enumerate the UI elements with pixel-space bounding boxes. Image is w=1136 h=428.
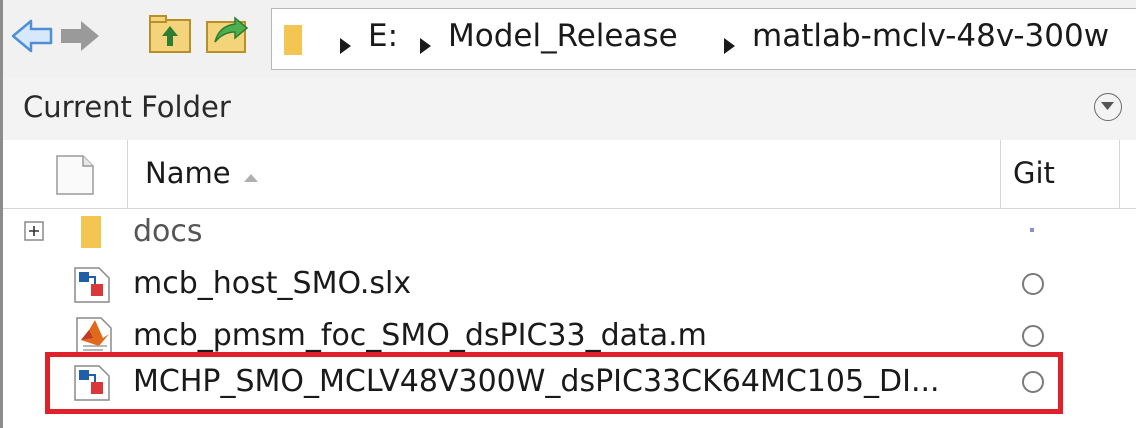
up-folder-icon[interactable] xyxy=(148,14,192,58)
git-status-circle-icon xyxy=(1022,325,1044,347)
column-divider[interactable] xyxy=(1119,140,1120,208)
git-column-header[interactable]: Git xyxy=(1013,156,1055,190)
panel-actions-icon[interactable] xyxy=(1094,93,1122,121)
chevron-right-icon xyxy=(418,27,432,63)
git-status-dot-icon xyxy=(1030,228,1034,232)
breadcrumb-model-release[interactable]: Model_Release xyxy=(448,18,678,54)
column-header: Name Git xyxy=(3,140,1136,209)
highlight-box xyxy=(45,352,1063,414)
chevron-right-icon xyxy=(722,27,736,63)
chevron-right-icon xyxy=(338,27,352,63)
browse-folder-icon[interactable] xyxy=(205,12,251,60)
address-bar[interactable]: E: Model_Release matlab-mclv-48v-300w xyxy=(271,8,1136,70)
breadcrumb-drive[interactable]: E: xyxy=(368,18,398,54)
folder-icon xyxy=(282,23,304,65)
git-status-circle-icon xyxy=(1022,273,1044,295)
file-name: mcb_pmsm_foc_SMO_dsPIC33_data.m xyxy=(133,318,707,353)
forward-arrow-icon[interactable] xyxy=(59,18,101,58)
expand-plus-icon[interactable] xyxy=(24,221,44,245)
sort-ascending-icon xyxy=(243,168,259,187)
breadcrumb-project-folder[interactable]: matlab-mclv-48v-300w xyxy=(752,18,1109,54)
panel-title: Current Folder xyxy=(23,90,231,124)
file-type-column-icon[interactable] xyxy=(55,154,95,200)
file-name: mcb_host_SMO.slx xyxy=(133,266,412,301)
current-folder-header: Current Folder xyxy=(3,78,1136,141)
simulink-model-icon xyxy=(73,266,111,308)
file-row-mcb-host-smo[interactable]: mcb_host_SMO.slx xyxy=(3,260,1136,312)
folder-icon xyxy=(79,214,103,254)
name-column-header[interactable]: Name xyxy=(145,156,231,190)
back-arrow-icon[interactable] xyxy=(11,18,53,58)
file-row-docs[interactable]: docs xyxy=(3,208,1136,260)
file-name: docs xyxy=(133,214,203,249)
column-divider[interactable] xyxy=(1000,140,1001,208)
column-divider[interactable] xyxy=(127,140,128,208)
address-toolbar: E: Model_Release matlab-mclv-48v-300w xyxy=(3,0,1136,79)
